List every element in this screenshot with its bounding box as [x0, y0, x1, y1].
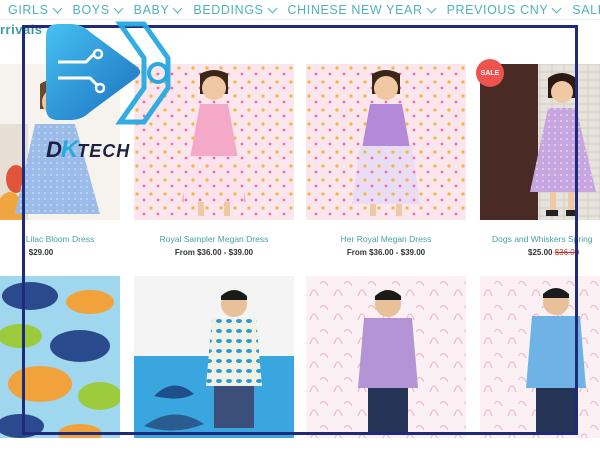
product-name[interactable]: Dogs and Whiskers Spring — [492, 234, 600, 244]
nav-baby[interactable]: BABY — [128, 0, 188, 19]
product-image-gingham-purple[interactable] — [306, 276, 466, 438]
product-name[interactable]: Her Royal Megan Dress — [306, 234, 466, 244]
chevron-down-icon — [113, 3, 124, 13]
product-image-whale-bright[interactable] — [134, 276, 294, 438]
product-price: From $36.00 - $39.00 — [346, 248, 426, 257]
dress-photo — [306, 64, 466, 220]
product-image-her-royal-megan[interactable] — [306, 64, 466, 220]
product-price-group: $25.00 $36.00 — [528, 248, 600, 257]
logo-letter-d: D — [46, 137, 62, 162]
nav-label: BOYS — [72, 2, 110, 17]
nav-label: BABY — [133, 2, 170, 17]
sale-badge: SALE — [476, 59, 504, 87]
play-gear-icon — [46, 21, 171, 125]
nav-label: BEDDINGS — [193, 2, 264, 17]
product-image-dogs-and-whiskers[interactable] — [480, 64, 600, 220]
fabric-photo — [0, 276, 120, 438]
chevron-down-icon — [551, 3, 562, 13]
nav-girls[interactable]: GIRLS — [0, 0, 67, 19]
logo-wordmark: DKTECH — [46, 136, 130, 164]
product-image-whale-blue[interactable] — [0, 276, 120, 438]
boy-photo — [480, 276, 600, 438]
product-image-gingham-blue[interactable] — [480, 276, 600, 438]
chevron-down-icon — [172, 3, 183, 13]
nav-label: GIRLS — [8, 2, 49, 17]
product-price: $29.00 — [28, 248, 54, 257]
product-old-price: $36.00 — [554, 248, 580, 257]
chevron-down-icon — [426, 3, 437, 13]
product-name[interactable]: Royal Sampler Megan Dress — [134, 234, 294, 244]
chevron-down-icon — [52, 3, 62, 13]
dress-photo — [480, 64, 600, 220]
logo-tech: TECH — [77, 141, 131, 161]
nav-label: PREVIOUS CNY — [446, 2, 549, 17]
product-price: From $36.00 - $39.00 — [174, 248, 254, 257]
nav-label: SALE — [572, 2, 600, 17]
product-price: $25.00 — [528, 248, 553, 257]
section-title: rrivals — [0, 22, 43, 37]
nav-boys[interactable]: BOYS — [67, 0, 128, 19]
nav-previous-cny[interactable]: PREVIOUS CNY — [441, 0, 567, 19]
boy-photo — [134, 276, 294, 438]
boy-photo — [306, 276, 466, 438]
nav-sale[interactable]: SALE — [566, 0, 600, 19]
top-nav: GIRLS BOYS BABY BEDDINGS CHINESE NEW YEA… — [0, 0, 600, 20]
product-name[interactable]: Lilac Bloom Dress — [0, 234, 120, 244]
nav-beddings[interactable]: BEDDINGS — [187, 0, 281, 19]
nav-label: CHINESE NEW YEAR — [287, 2, 423, 17]
chevron-down-icon — [267, 3, 277, 13]
nav-chinese-new-year[interactable]: CHINESE NEW YEAR — [282, 0, 441, 19]
logo-letter-k: K — [60, 136, 78, 163]
